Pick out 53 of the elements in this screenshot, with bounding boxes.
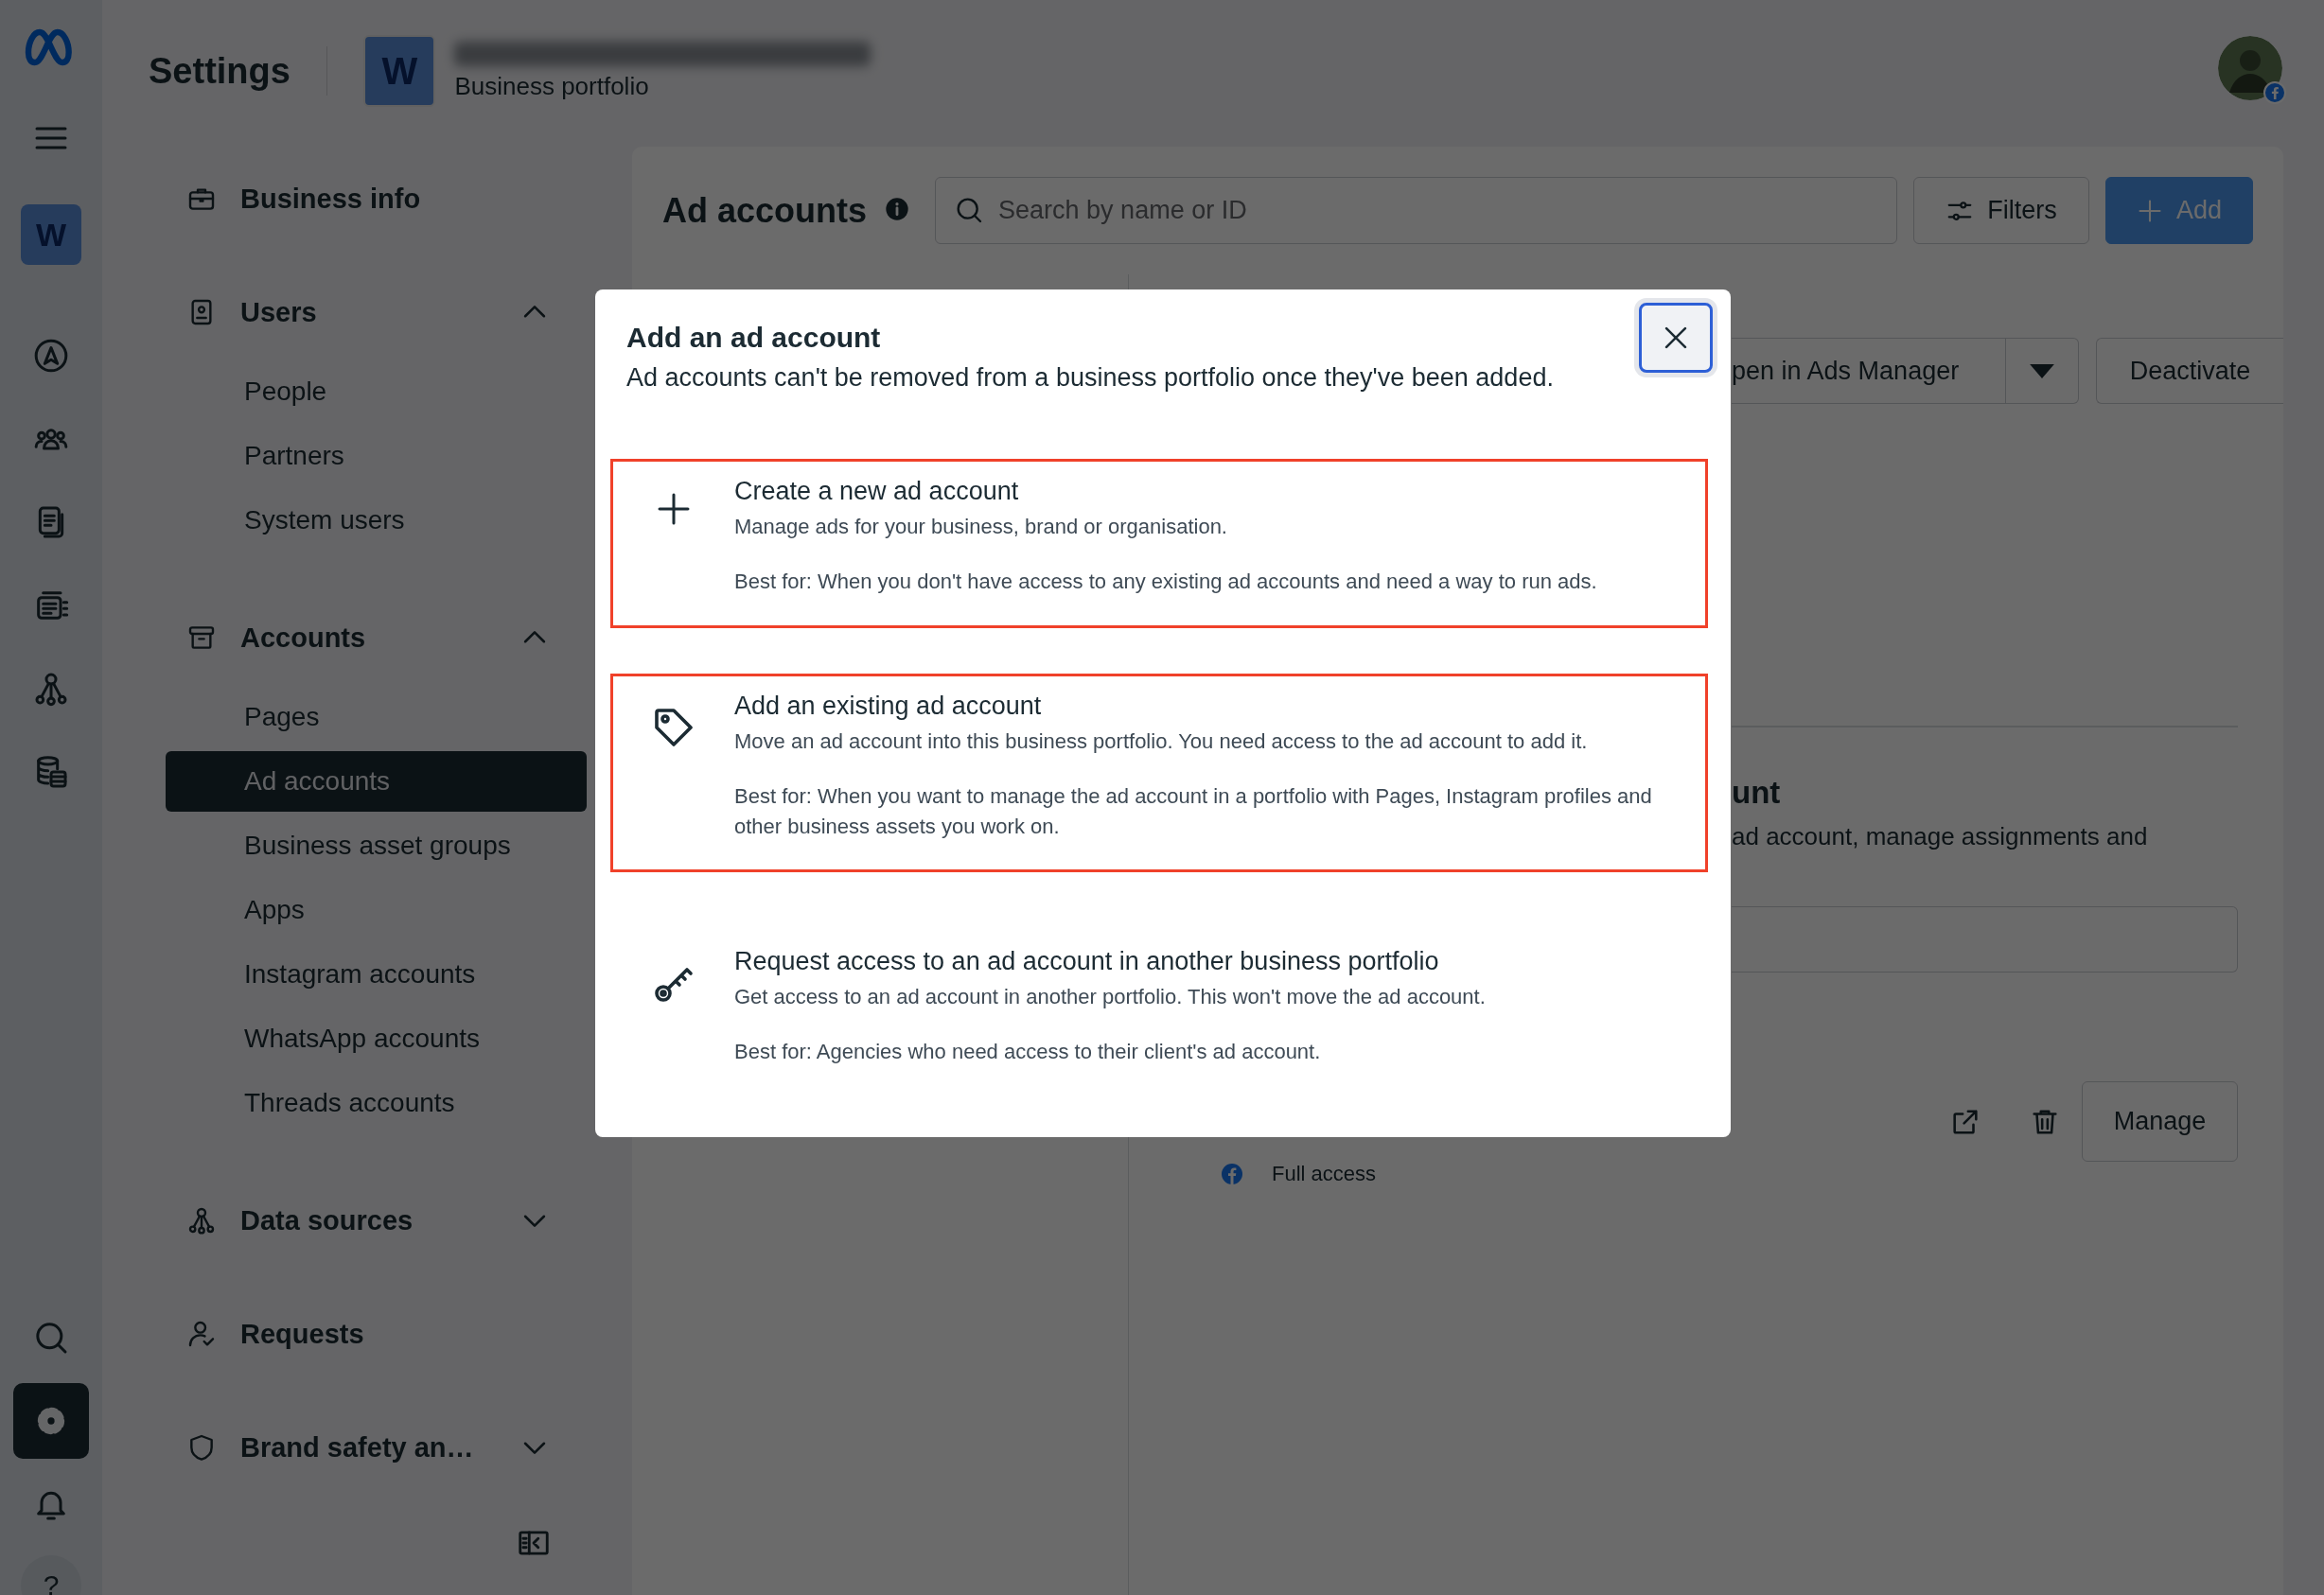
sidebar-section-label[interactable]: Accounts [240, 622, 366, 654]
help-button[interactable]: ? [21, 1555, 81, 1595]
compass-icon [32, 337, 70, 375]
option-best-for: Best for: Agencies who need access to their client's ad account. [734, 1039, 1322, 1066]
sidebar-item[interactable]: WhatsApp accounts [166, 1008, 587, 1069]
option-title: Request access to an ad account in another business portfolio [734, 947, 1440, 977]
manage-button[interactable]: Manage [2082, 1081, 2238, 1162]
filters-button[interactable]: Filters [1913, 177, 2089, 244]
portfolio-label: Business portfolio [454, 71, 650, 101]
option-description: Manage ads for your business, brand or organisation. [734, 514, 1228, 540]
sidebar-item[interactable]: Apps [166, 880, 587, 940]
input-field[interactable] [1732, 905, 2238, 973]
sidebar-section-label[interactable]: Data sources [240, 1204, 414, 1236]
add-button[interactable]: Add [2105, 177, 2253, 244]
network-icon [186, 1205, 217, 1236]
heading: unt [1732, 774, 1781, 811]
option-title: Create a new ad account [734, 477, 1020, 506]
sidebar-section-label[interactable]: Brand safety an… [240, 1431, 474, 1464]
sidebar-section-label[interactable]: Business info [240, 183, 421, 215]
description: ad account, manage assignments and [1732, 821, 2148, 851]
sidebar-item[interactable]: Ad accounts [166, 751, 587, 812]
deactivate-button[interactable]: Deactivate [2096, 338, 2283, 404]
sidebar-item[interactable]: Partners [166, 426, 587, 486]
dialog-title: Add an ad account [626, 322, 882, 354]
caret-icon [2030, 363, 2054, 378]
person-check-icon [186, 1319, 217, 1349]
dialog-subtitle: Ad accounts can't be removed from a business portfolio once they've been added. [626, 363, 1555, 393]
option-best-for: Best for: When you want to manage the ad account in a portfolio with Pages, Instagram profiles and other business assets you work on. [734, 782, 1653, 840]
option-best-for: Best for: When you don't have access to any existing ad accounts and need a way to run ads. [734, 568, 1597, 595]
dropdown-button[interactable] [2006, 338, 2079, 404]
sidebar-item[interactable]: People [166, 361, 587, 422]
sidebar-item[interactable]: Business asset groups [166, 815, 587, 876]
sidebar-section-label[interactable]: Users [240, 296, 317, 328]
sidebar-item[interactable]: Instagram accounts [166, 944, 587, 1005]
section-title: Ad accounts [662, 190, 868, 231]
sidebar-section-label[interactable]: Requests [240, 1318, 364, 1350]
sidebar-item[interactable]: System users [166, 490, 587, 551]
option-description: Get access to an ad account in another portfolio. This won't move the ad account. [734, 984, 1486, 1011]
user-avatar[interactable] [2218, 36, 2282, 100]
facebook-badge-icon [2263, 81, 2286, 104]
search-field[interactable]: Search by name or ID [935, 177, 1897, 244]
access-label: Full access [1272, 1161, 1377, 1186]
option-description: Move an ad account into this business portfolio. You need access to the ad account to add it. [734, 727, 1589, 755]
option-card[interactable]: Create a new ad account Manage ads for your business, brand or organisation. Best for: When you don't have access to any existing ad accounts and need a way to run ads. [610, 459, 1708, 628]
sidebar-item[interactable]: Threads accounts [166, 1073, 587, 1133]
page-title: Settings [149, 50, 290, 92]
option-title: Add an existing ad account [734, 691, 1043, 721]
open-in-ads-manager-button[interactable]: pen in Ads Manager [1732, 338, 2006, 404]
option-card[interactable] [610, 673, 1708, 873]
sidebar-item[interactable]: Pages [166, 687, 587, 747]
info-icon[interactable] [884, 195, 911, 222]
facebook-icon [1221, 1162, 1243, 1185]
rail-item[interactable] [13, 1383, 89, 1459]
